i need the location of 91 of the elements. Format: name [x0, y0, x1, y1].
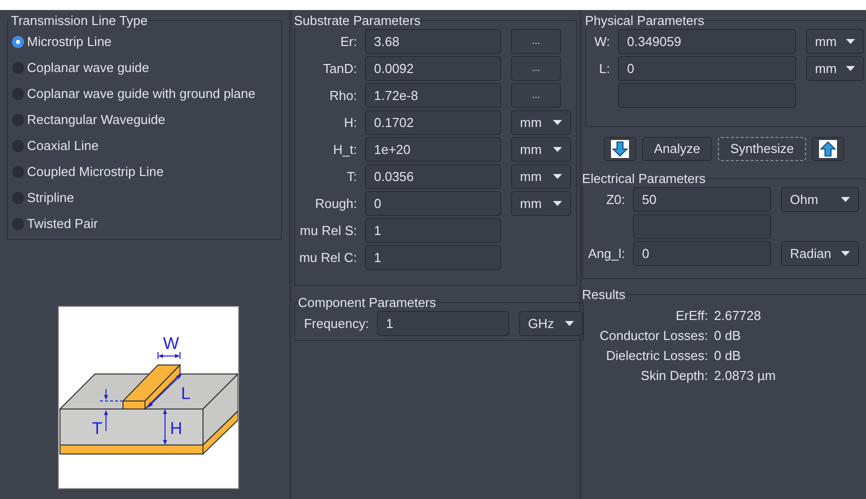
result-value: 2.67728 [714, 307, 762, 325]
result-value: 2.0873 µm [714, 367, 777, 385]
dimension-label: T [92, 419, 102, 438]
option-label[interactable]: Coplanar wave guide with ground plane [27, 84, 256, 104]
text-field[interactable]: 1e+20 [365, 137, 501, 162]
text-field[interactable]: 0 [633, 241, 771, 266]
ellipsis-button[interactable]: ... [511, 83, 561, 108]
field-label: Z0: [605, 190, 625, 209]
result-label: ErEff: [674, 307, 708, 325]
unit-dropdown[interactable]: Ohm [781, 187, 859, 212]
text-field[interactable]: 3.68 [365, 29, 501, 54]
down-arrow-icon [611, 140, 629, 158]
caret-icon [553, 201, 562, 206]
text-field[interactable]: 0.1702 [365, 110, 501, 135]
option-label[interactable]: Rectangular Waveguide [27, 110, 166, 130]
field-label: mu Rel C: [298, 248, 357, 267]
result-value: 0 dB [714, 347, 742, 365]
text-field[interactable]: 1 [365, 218, 501, 243]
text-field[interactable]: 0.0092 [365, 56, 501, 81]
unit-dropdown[interactable]: mm [511, 110, 571, 135]
field-label: H_t: [332, 140, 357, 159]
field-label: TanD: [322, 60, 357, 78]
group-title: Component Parameters [298, 295, 436, 310]
field-label: mu Rel S: [298, 222, 357, 240]
up-arrow-button[interactable] [812, 137, 844, 161]
text-field[interactable]: 1.72e-8 [365, 83, 501, 108]
group-title: Results [582, 287, 626, 302]
unit-dropdown[interactable]: mm [806, 29, 864, 54]
action-button[interactable]: Synthesize [718, 137, 806, 161]
field-label: Er: [339, 32, 357, 51]
text-field[interactable]: 50 [633, 187, 771, 212]
group-title: Substrate Parameters [294, 13, 420, 28]
option-label[interactable]: Stripline [27, 188, 74, 208]
radio-button[interactable] [12, 36, 24, 48]
field-label: Ang_l: [587, 244, 625, 263]
field-label: W: [593, 32, 610, 51]
action-button[interactable]: Analyze [642, 137, 712, 161]
text-field[interactable]: 1 [365, 245, 501, 270]
option-label[interactable]: Coaxial Line [27, 136, 99, 156]
radio-button[interactable] [12, 218, 24, 230]
group-title: Transmission Line Type [11, 13, 148, 28]
unit-dropdown[interactable]: mm [511, 164, 571, 189]
field-label: H: [343, 114, 357, 132]
dimension-label: L [181, 384, 190, 403]
field-label: L: [598, 60, 610, 78]
radio-button[interactable] [12, 62, 24, 74]
caret-icon [565, 321, 574, 326]
down-arrow-button[interactable] [604, 137, 636, 161]
unit-dropdown[interactable]: GHz [519, 311, 583, 336]
unit-dropdown[interactable]: Radian [781, 241, 859, 266]
result-value: 0 dB [714, 327, 742, 345]
radio-button[interactable] [12, 88, 24, 100]
radio-button[interactable] [12, 192, 24, 204]
field-label: T: [346, 168, 357, 186]
field-label: Rho: [328, 86, 357, 105]
group-title: Physical Parameters [585, 13, 704, 28]
unit-dropdown[interactable]: mm [806, 56, 864, 81]
text-field[interactable]: 1 [377, 311, 509, 336]
dimension-label: H [170, 419, 182, 438]
caret-icon [846, 39, 855, 44]
group-title: Electrical Parameters [582, 171, 706, 186]
radio-button[interactable] [12, 140, 24, 152]
unit-dropdown[interactable]: mm [511, 137, 571, 162]
unit-dropdown[interactable]: mm [511, 191, 571, 216]
result-label: Dielectric Losses: [605, 347, 708, 365]
caret-icon [553, 174, 562, 179]
caret-icon [846, 66, 855, 71]
radio-button[interactable] [12, 166, 24, 178]
text-field[interactable] [633, 214, 771, 239]
text-field[interactable] [618, 83, 796, 108]
up-arrow-icon [818, 140, 837, 158]
text-field[interactable]: 0 [618, 56, 796, 81]
text-field[interactable]: 0.0356 [365, 164, 501, 189]
option-label[interactable]: Coplanar wave guide [27, 58, 150, 78]
caret-icon [553, 147, 562, 152]
caret-icon [553, 120, 562, 125]
option-label[interactable]: Twisted Pair [27, 214, 98, 234]
option-label[interactable]: Microstrip Line [27, 32, 112, 52]
result-label: Skin Depth: [640, 367, 708, 385]
caret-icon [841, 197, 850, 202]
ellipsis-button[interactable]: ... [511, 29, 561, 54]
radio-button[interactable] [12, 114, 24, 126]
field-label: Rough: [314, 194, 357, 213]
dimension-label: W [163, 334, 180, 353]
field-label: Frequency: [302, 314, 369, 333]
text-field[interactable]: 0 [365, 191, 501, 216]
ellipsis-button[interactable]: ... [511, 56, 561, 81]
caret-icon [841, 251, 850, 256]
option-label[interactable]: Coupled Microstrip Line [27, 162, 164, 182]
text-field[interactable]: 0.349059 [618, 29, 796, 54]
result-label: Conductor Losses: [598, 327, 708, 345]
